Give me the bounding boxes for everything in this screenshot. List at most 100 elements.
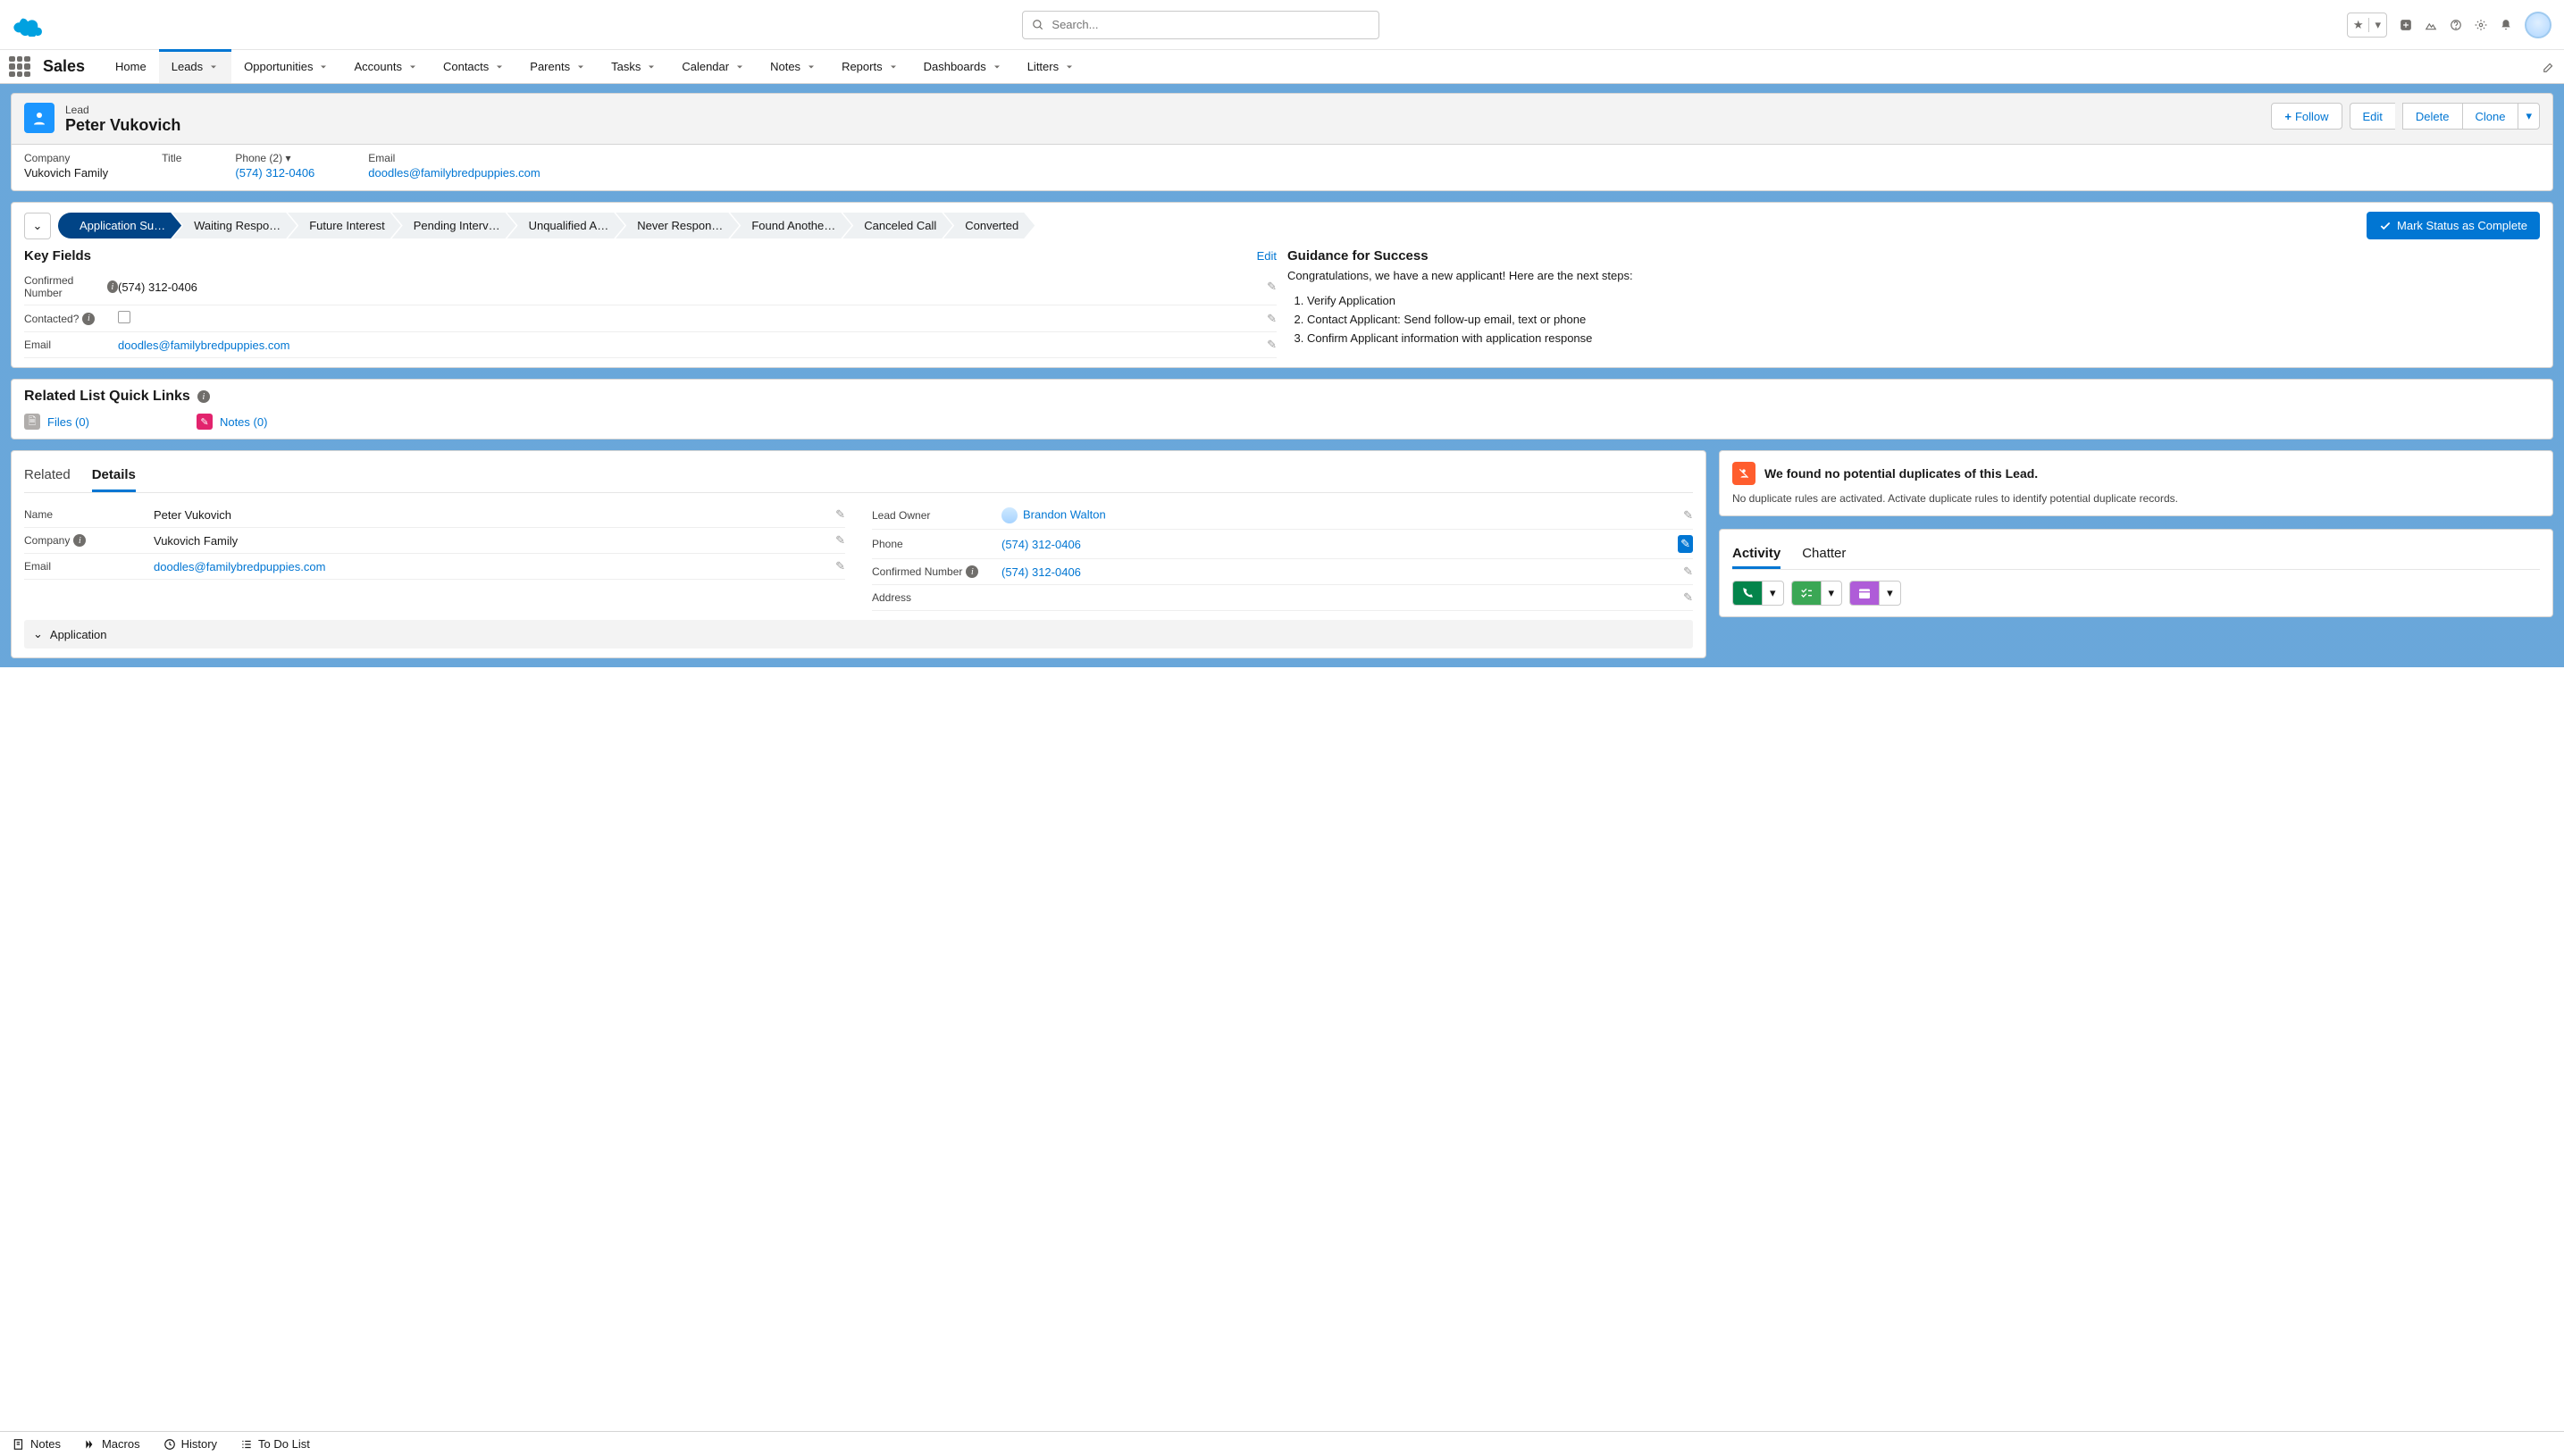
todo-icon [240, 1438, 253, 1451]
nav-tab-home[interactable]: Home [103, 50, 159, 83]
path-card: ⌄ Application Su…Waiting Respo…Future In… [11, 202, 2553, 368]
log-call-button[interactable]: ▾ [1732, 581, 1784, 606]
edit-icon[interactable]: ✎ [1267, 338, 1277, 352]
path-stage[interactable]: Future Interest [288, 213, 401, 238]
delete-button[interactable]: Delete [2402, 103, 2462, 130]
utility-notes[interactable]: Notes [13, 1437, 61, 1451]
tab-chatter[interactable]: Chatter [1802, 540, 1846, 569]
edit-icon[interactable]: ✎ [1683, 508, 1693, 523]
trailhead-icon[interactable] [2425, 19, 2437, 31]
nav-tab-dashboards[interactable]: Dashboards [911, 50, 1015, 83]
tab-details[interactable]: Details [92, 460, 136, 492]
duplicates-heading: We found no potential duplicates of this… [1764, 466, 2038, 481]
tab-activity[interactable]: Activity [1732, 540, 1781, 569]
highlights-panel: Company Vukovich Family Title Phone (2) … [11, 145, 2553, 191]
utility-bar: Notes Macros History To Do List [0, 1431, 2564, 1456]
edit-icon[interactable]: ✎ [1267, 280, 1277, 294]
key-fields-edit[interactable]: Edit [1257, 249, 1277, 263]
favorites-button[interactable]: ★ ▾ [2347, 13, 2387, 38]
path-stage[interactable]: Application Su… [58, 213, 181, 238]
nav-tab-notes[interactable]: Notes [758, 50, 829, 83]
info-icon[interactable]: i [73, 534, 86, 547]
app-launcher-icon[interactable] [9, 56, 30, 78]
chevron-down-icon[interactable]: ▾ [285, 152, 290, 164]
add-icon[interactable] [2400, 19, 2412, 31]
app-nav: Sales HomeLeadsOpportunitiesAccountsCont… [0, 50, 2564, 84]
edit-icon[interactable]: ✎ [835, 533, 845, 548]
edit-button[interactable]: Edit [2350, 103, 2395, 130]
path-stage[interactable]: Unqualified A… [507, 213, 625, 238]
edit-icon[interactable]: ✎ [1267, 312, 1277, 326]
object-label: Lead [65, 104, 89, 116]
info-icon[interactable]: i [197, 390, 210, 403]
edit-icon[interactable]: ✎ [1683, 565, 1693, 579]
chevron-down-icon [494, 62, 505, 72]
gear-icon[interactable] [2475, 19, 2487, 31]
duplicates-body: No duplicate rules are activated. Activa… [1732, 492, 2540, 505]
hl-email-value[interactable]: doodles@familybredpuppies.com [368, 166, 540, 180]
chevron-down-icon: ⌄ [33, 219, 43, 233]
notes-link[interactable]: ✎Notes (0) [197, 414, 267, 430]
nav-tab-litters[interactable]: Litters [1015, 50, 1087, 83]
path-stage[interactable]: Converted [943, 213, 1035, 238]
clone-button[interactable]: Clone [2462, 103, 2518, 130]
user-avatar[interactable] [2525, 12, 2551, 38]
nav-tab-calendar[interactable]: Calendar [669, 50, 758, 83]
bell-icon[interactable] [2500, 19, 2512, 31]
edit-icon[interactable]: ✎ [1683, 590, 1693, 605]
utility-todo[interactable]: To Do List [240, 1437, 310, 1451]
duplicate-icon [1732, 462, 1755, 485]
key-fields-title: Key Fields [24, 248, 91, 264]
chevron-down-icon [208, 62, 219, 72]
info-icon[interactable]: i [966, 565, 978, 578]
new-event-button[interactable]: ▾ [1849, 581, 1901, 606]
nav-tab-accounts[interactable]: Accounts [341, 50, 430, 83]
nav-tab-reports[interactable]: Reports [829, 50, 911, 83]
files-link[interactable]: 🗎Files (0) [24, 414, 89, 430]
detail-row: NamePeter Vukovich✎ [24, 502, 845, 528]
nav-tab-leads[interactable]: Leads [159, 50, 231, 83]
utility-macros[interactable]: Macros [84, 1437, 140, 1451]
path-stage[interactable]: Never Respon… [616, 213, 739, 238]
path-stage[interactable]: Found Anothe… [730, 213, 851, 238]
mark-complete-button[interactable]: Mark Status as Complete [2367, 212, 2540, 239]
global-header: ★ ▾ [0, 0, 2564, 50]
help-icon[interactable] [2450, 19, 2462, 31]
duplicates-card: We found no potential duplicates of this… [1719, 450, 2553, 516]
section-application[interactable]: ⌄ Application [24, 620, 1693, 649]
hl-title-label: Title [162, 152, 181, 164]
path-stage[interactable]: Pending Interv… [392, 213, 516, 238]
global-search[interactable] [1022, 11, 1379, 39]
more-actions-button[interactable]: ▾ [2518, 103, 2540, 130]
star-icon: ★ [2348, 18, 2370, 32]
edit-nav-icon[interactable] [2543, 61, 2555, 73]
path-stage[interactable]: Waiting Respo… [172, 213, 297, 238]
nav-tab-tasks[interactable]: Tasks [599, 50, 669, 83]
path-stage[interactable]: Canceled Call [842, 213, 952, 238]
nav-tab-parents[interactable]: Parents [517, 50, 599, 83]
guidance-intro: Congratulations, we have a new applicant… [1287, 269, 2540, 282]
hl-company-value: Vukovich Family [24, 166, 108, 180]
tab-related[interactable]: Related [24, 460, 71, 492]
detail-row: Emaildoodles@familybredpuppies.com✎ [24, 554, 845, 580]
edit-icon[interactable]: ✎ [1678, 535, 1693, 553]
checkbox[interactable] [118, 311, 130, 323]
new-task-button[interactable]: ▾ [1791, 581, 1843, 606]
path-collapse-button[interactable]: ⌄ [24, 213, 51, 239]
edit-icon[interactable]: ✎ [835, 507, 845, 522]
calendar-icon [1850, 582, 1880, 605]
detail-row: Confirmed Number i(574) 312-0406✎ [872, 559, 1693, 585]
phone-icon [1733, 582, 1763, 605]
info-icon[interactable]: i [107, 280, 118, 293]
edit-icon[interactable]: ✎ [835, 559, 845, 573]
utility-history[interactable]: History [163, 1437, 217, 1451]
hl-phone-value[interactable]: (574) 312-0406 [235, 166, 314, 180]
search-input[interactable] [1052, 18, 1370, 31]
chevron-down-icon: ▾ [1880, 582, 1900, 605]
chevron-down-icon [407, 62, 418, 72]
nav-tab-contacts[interactable]: Contacts [431, 50, 517, 83]
nav-tab-opportunities[interactable]: Opportunities [231, 50, 341, 83]
follow-button[interactable]: + Follow [2271, 103, 2342, 130]
activity-card: Activity Chatter ▾ ▾ ▾ [1719, 529, 2553, 617]
info-icon[interactable]: i [82, 313, 95, 325]
